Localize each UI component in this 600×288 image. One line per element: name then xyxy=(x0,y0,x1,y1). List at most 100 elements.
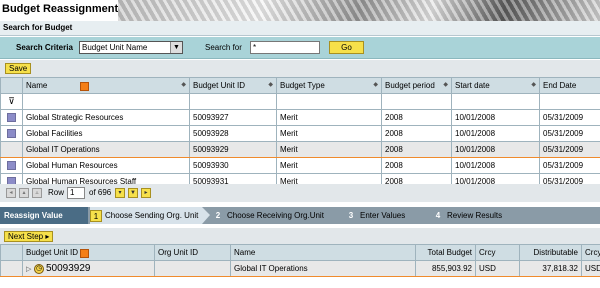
filter-input[interactable] xyxy=(22,93,190,110)
table-row[interactable]: Global Human Resources 50093930 Merit 2008 1… xyxy=(0,157,600,174)
column-header[interactable]: Name xyxy=(230,244,416,261)
cell-end: 05/31/2009 xyxy=(539,125,600,142)
prev-page-icon[interactable]: ▴ xyxy=(19,188,29,198)
total-budget-cell: 855,903.92 xyxy=(415,260,476,277)
column-header[interactable]: Budget Unit ID xyxy=(22,244,155,261)
first-page-icon[interactable]: ◂ xyxy=(6,188,16,198)
column-header[interactable]: Budget Unit ID ◆ xyxy=(189,77,277,94)
column-header[interactable]: Total Budget xyxy=(415,244,476,261)
cell-end: 05/31/2009 xyxy=(539,157,600,174)
cell-start: 10/01/2008 xyxy=(451,157,540,174)
app-header: Budget Reassignment xyxy=(0,0,600,21)
step-label: Choose Sending Org. Unit xyxy=(105,211,199,220)
table-row[interactable]: ▷ ◷ 50093929 Global IT Operations 855,903.… xyxy=(0,248,600,277)
cell-name: Global Strategic Resources xyxy=(22,109,190,126)
currency-cell: USD xyxy=(581,260,600,277)
filter-input[interactable] xyxy=(451,93,540,110)
table-row[interactable]: Global Facilities 50093928 Merit 2008 10/01/… xyxy=(0,125,600,142)
column-header[interactable]: Start date ◆ xyxy=(451,77,540,94)
sort-icon[interactable]: ◆ xyxy=(531,81,536,88)
step-number: 1 xyxy=(90,209,102,222)
sort-icon[interactable]: ◆ xyxy=(181,81,186,88)
step-4[interactable]: 4 Review Results xyxy=(432,207,532,224)
step-2[interactable]: 2 Choose Receiving Org.Unit xyxy=(212,207,342,224)
step-toolbar: Next Step ▸ xyxy=(0,228,600,244)
budget-unit-id-cell: ▷ ◷ 50093929 xyxy=(22,260,155,277)
cell-type: Merit xyxy=(276,157,382,174)
column-header[interactable]: Budget period ◆ xyxy=(381,77,452,94)
table-row[interactable]: Global IT Operations 50093929 Merit 2008 10/… xyxy=(0,81,600,158)
name-cell: Global IT Operations xyxy=(230,260,416,277)
step-number: 3 xyxy=(348,210,354,220)
expand-icon[interactable]: ▷ xyxy=(26,265,34,273)
next-step-button[interactable]: Next Step ▸ xyxy=(4,231,54,242)
filter-icon[interactable]: ⊽ xyxy=(0,93,23,110)
search-criteria-label: Search Criteria xyxy=(16,43,73,52)
search-criteria-bar: Search Criteria Budget Unit Name ▼ Searc… xyxy=(0,37,600,59)
sort-icon[interactable]: ◆ xyxy=(268,81,273,88)
cell-name: Global Facilities xyxy=(22,125,190,142)
column-header[interactable]: Crcy xyxy=(475,244,520,261)
filter-row: ⊽ xyxy=(0,93,600,110)
sort-icon[interactable]: ◆ xyxy=(373,81,378,88)
section-header: Search for Budget xyxy=(0,21,600,36)
cell-period: 2008 xyxy=(381,125,452,142)
cell-id: 50093930 xyxy=(189,157,277,174)
search-criteria-select[interactable]: Budget Unit Name ▼ xyxy=(79,41,183,54)
cell-id: 50093929 xyxy=(189,141,277,158)
cell-period: 2008 xyxy=(381,109,452,126)
cell-start: 10/01/2008 xyxy=(451,141,540,158)
roadmap-bar: Reassign Value 1 Choose Sending Org. Unit… xyxy=(0,207,600,224)
cell-end: 05/31/2009 xyxy=(539,109,600,126)
filter-input[interactable] xyxy=(189,93,277,110)
result-header-row: Budget Unit ID Org Unit ID Name Total Bu… xyxy=(0,244,600,261)
chevron-down-icon[interactable]: ▼ xyxy=(170,42,182,53)
last-page-icon[interactable]: ▸ xyxy=(141,188,151,198)
filter-input[interactable] xyxy=(539,93,600,110)
row-selector[interactable] xyxy=(0,157,23,174)
currency-cell: USD xyxy=(475,260,520,277)
step-label: Enter Values xyxy=(360,211,406,220)
row-total: of 696 xyxy=(89,188,112,197)
next-page-icon[interactable]: ▼ xyxy=(128,188,138,198)
next-row-icon[interactable]: ▾ xyxy=(115,188,125,198)
roadmap-title: Reassign Value xyxy=(0,207,88,224)
cell-name: Global IT Operations xyxy=(22,141,190,158)
table-row[interactable]: Global Strategic Resources 50093927 Merit 2… xyxy=(0,109,600,126)
step-1[interactable]: 1 Choose Sending Org. Unit xyxy=(90,207,202,224)
sort-icon[interactable]: ◆ xyxy=(443,81,448,88)
column-header[interactable]: Crcy xyxy=(581,244,600,261)
column-header[interactable]: Name ◆ xyxy=(22,77,190,94)
select-all-cell[interactable] xyxy=(0,244,23,261)
step-3[interactable]: 3 Enter Values xyxy=(345,207,429,224)
header-decoration xyxy=(118,0,600,21)
save-button[interactable]: Save xyxy=(5,63,32,74)
step-number: 2 xyxy=(215,210,221,220)
cell-period: 2008 xyxy=(381,157,452,174)
row-selector[interactable] xyxy=(0,109,23,126)
budget-table: Name ◆ Budget Unit ID ◆ Budget Type ◆ Budge… xyxy=(0,77,600,190)
cell-type: Merit xyxy=(276,125,382,142)
play-icon: ▸ xyxy=(45,232,50,241)
step-label: Choose Receiving Org.Unit xyxy=(227,211,324,220)
row-input[interactable]: 1 xyxy=(67,187,85,199)
column-header[interactable]: End Date xyxy=(539,77,600,94)
org-unit-id-cell xyxy=(154,260,231,277)
select-all-cell[interactable] xyxy=(0,77,23,94)
filter-input[interactable] xyxy=(276,93,382,110)
cell-type: Merit xyxy=(276,109,382,126)
column-header[interactable]: Org Unit ID xyxy=(154,244,231,261)
row-selector[interactable] xyxy=(0,125,23,142)
column-header[interactable]: Budget Type ◆ xyxy=(276,77,382,94)
step-label: Review Results xyxy=(447,211,503,220)
row-selector[interactable] xyxy=(0,248,89,277)
search-input[interactable]: * xyxy=(250,41,320,54)
row-selector[interactable] xyxy=(0,81,89,158)
go-button[interactable]: Go xyxy=(329,41,364,54)
cell-start: 10/01/2008 xyxy=(451,109,540,126)
app-title: Budget Reassignment xyxy=(2,3,119,15)
filter-input[interactable] xyxy=(381,93,452,110)
prev-row-icon[interactable]: ▵ xyxy=(32,188,42,198)
cell-start: 10/01/2008 xyxy=(451,125,540,142)
column-header[interactable]: Distributable xyxy=(519,244,582,261)
